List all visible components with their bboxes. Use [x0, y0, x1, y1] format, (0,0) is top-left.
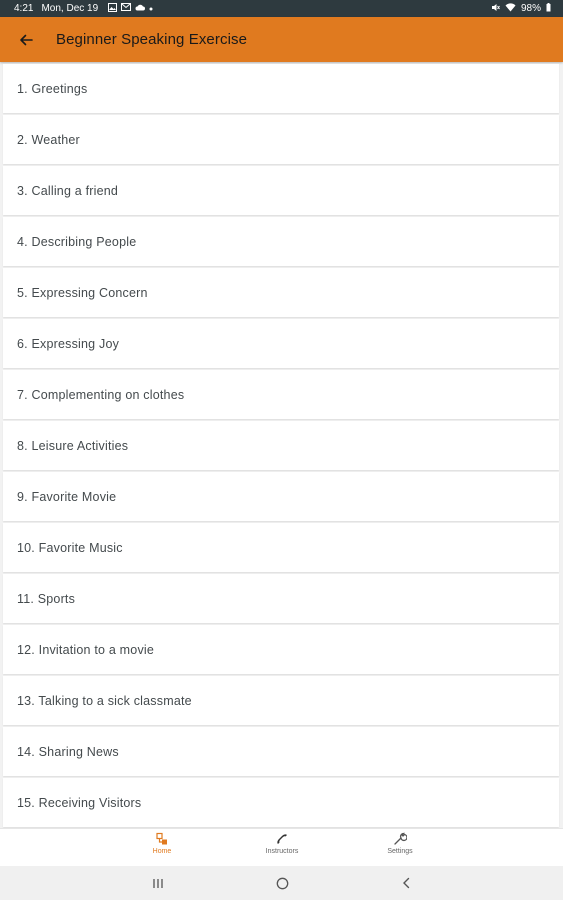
battery-icon: [546, 2, 551, 15]
list-item-label: 15. Receiving Visitors: [17, 795, 142, 810]
list-item-label: 11. Sports: [17, 591, 76, 606]
list-item[interactable]: 4. Describing People: [3, 217, 559, 266]
list-item-label: 10. Favorite Music: [17, 540, 123, 555]
list-item[interactable]: 7. Complementing on clothes: [3, 370, 559, 419]
phone-icon: [277, 834, 287, 844]
list-item[interactable]: 15. Receiving Visitors: [3, 778, 559, 827]
recents-icon: [153, 878, 163, 888]
list-item[interactable]: 3. Calling a friend: [3, 166, 559, 215]
bottom-nav: Home Instructors Settings: [0, 828, 563, 867]
list-item[interactable]: 10. Favorite Music: [3, 523, 559, 572]
chevron-left-icon: [403, 877, 410, 889]
list-item-label: 13. Talking to a sick classmate: [17, 693, 192, 708]
list-item-label: 9. Favorite Movie: [17, 489, 117, 504]
notification-icons: [108, 2, 153, 15]
image-icon: [108, 2, 118, 15]
back-button[interactable]: [12, 26, 40, 54]
list-item[interactable]: 8. Leisure Activities: [3, 421, 559, 470]
list-item-label: 7. Complementing on clothes: [17, 387, 185, 402]
list-item-label: 8. Leisure Activities: [17, 438, 129, 453]
list-item[interactable]: 11. Sports: [3, 574, 559, 623]
status-bar: 4:21 Mon, Dec 19 98%: [0, 0, 563, 17]
dot-icon: [149, 3, 153, 14]
list-item-label: 2. Weather: [17, 132, 80, 147]
system-back-button[interactable]: [396, 875, 416, 891]
list-item[interactable]: 1. Greetings: [3, 64, 559, 113]
arrow-left-icon: [20, 34, 33, 45]
nav-label-settings: Settings: [387, 848, 413, 855]
mute-icon: [491, 3, 500, 15]
status-right: 98%: [491, 2, 563, 15]
nav-item-settings[interactable]: Settings: [360, 832, 440, 866]
list-item[interactable]: 2. Weather: [3, 115, 559, 164]
home-button[interactable]: [272, 875, 292, 891]
list-item-label: 6. Expressing Joy: [17, 336, 120, 351]
list-item[interactable]: 5. Expressing Concern: [3, 268, 559, 317]
system-nav-bar: [0, 866, 563, 900]
status-left: 4:21 Mon, Dec 19: [0, 2, 153, 15]
mail-icon: [121, 3, 132, 14]
nav-item-instructors[interactable]: Instructors: [242, 832, 322, 866]
circle-icon: [276, 877, 288, 889]
list-item-label: 4. Describing People: [17, 234, 137, 249]
list-item-label: 3. Calling a friend: [17, 183, 119, 198]
list-item-label: 12. Invitation to a movie: [17, 642, 155, 657]
lesson-list: 1. Greetings 2. Weather 3. Calling a fri…: [3, 64, 559, 829]
list-item[interactable]: 6. Expressing Joy: [3, 319, 559, 368]
nav-label-instructors: Instructors: [265, 848, 299, 855]
nav-item-home[interactable]: Home: [122, 832, 202, 866]
page-title: Beginner Speaking Exercise: [56, 31, 248, 48]
list-item[interactable]: 12. Invitation to a movie: [3, 625, 559, 674]
battery-level: 98%: [520, 3, 541, 14]
status-date: Mon, Dec 19: [41, 3, 99, 14]
nav-label-home: Home: [152, 848, 172, 855]
list-item[interactable]: 13. Talking to a sick classmate: [3, 676, 559, 725]
recents-button[interactable]: [148, 875, 168, 891]
cloud-icon: [135, 3, 146, 14]
app-bar: Beginner Speaking Exercise: [0, 17, 563, 62]
list-item-label: 1. Greetings: [17, 81, 88, 96]
list-item[interactable]: 14. Sharing News: [3, 727, 559, 776]
status-time: 4:21: [14, 3, 34, 14]
home-icon: [156, 832, 167, 845]
list-item-label: 14. Sharing News: [17, 744, 119, 759]
wifi-icon: [505, 2, 516, 15]
wrench-icon: [394, 832, 407, 845]
list-item[interactable]: 9. Favorite Movie: [3, 472, 559, 521]
list-item-label: 5. Expressing Concern: [17, 285, 148, 300]
